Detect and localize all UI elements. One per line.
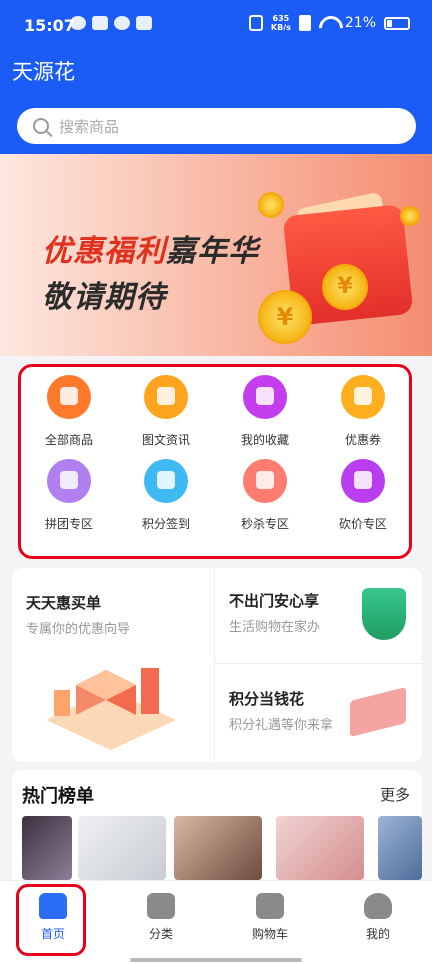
grid-item-label: 积分签到 [141, 517, 190, 531]
more-link[interactable]: 更多 [380, 784, 410, 805]
grid-item-all-products[interactable]: 全部商品 [24, 375, 114, 448]
tab-label: 分类 [148, 927, 173, 941]
header-area: 15:07 635 KB/s 21% 天源花 搜索商品 [0, 0, 432, 154]
network-speed: 635 KB/s [271, 14, 291, 32]
favorite-icon [243, 375, 287, 419]
banner-headline-dark: 嘉年华 [166, 234, 259, 269]
article-icon [144, 375, 188, 419]
coin-icon: ¥ [322, 264, 368, 310]
crown-notification-icon [92, 16, 108, 30]
product-thumbnail[interactable] [78, 816, 166, 880]
grid-item-label: 图文资讯 [141, 433, 190, 447]
grid-item-label: 我的收藏 [240, 433, 289, 447]
cart-icon [256, 893, 284, 919]
feature-grid: 全部商品 图文资讯 我的收藏 优惠券 拼团专区 积分签到 秒杀专区 砍价专区 [18, 364, 412, 559]
sim-icon [298, 15, 311, 31]
tab-cart[interactable]: 购物车 [235, 893, 305, 942]
grid-item-label: 优惠券 [344, 433, 381, 447]
grid-item-label: 拼团专区 [44, 517, 93, 531]
home-tab-highlight [16, 884, 86, 956]
hot-list: 热门榜单 更多 [12, 770, 422, 880]
grid-item-label: 秒杀专区 [240, 517, 289, 531]
coupon-icon [341, 375, 385, 419]
chat-notification-icon [70, 16, 86, 30]
speed-unit: KB/s [270, 23, 291, 32]
vibrate-icon [248, 15, 263, 31]
grid-item-label: 全部商品 [44, 433, 93, 447]
product-thumbnail[interactable] [276, 816, 364, 880]
alarm-clock-icon [243, 459, 287, 503]
shield-umbrella-icon [362, 588, 406, 640]
grid-item-bargain[interactable]: 砍价专区 [318, 459, 408, 532]
coin-icon: ¥ [258, 290, 312, 344]
bargain-icon [341, 459, 385, 503]
tab-category[interactable]: 分类 [126, 893, 196, 942]
coin-icon [258, 192, 284, 218]
speed-value: 635 [272, 14, 290, 23]
banner-subline: 敬请期待 [42, 280, 166, 315]
grid-item-group-buy[interactable]: 拼团专区 [24, 459, 114, 532]
battery-percent: 21% [344, 15, 376, 31]
store-icon [47, 375, 91, 419]
search-placeholder: 搜索商品 [59, 117, 120, 136]
battery-icon [384, 16, 410, 30]
tab-label: 购物车 [251, 927, 288, 941]
status-bar: 15:07 635 KB/s 21% [0, 0, 432, 52]
grid-item-coupons[interactable]: 优惠券 [318, 375, 408, 448]
product-thumbnail[interactable] [174, 816, 262, 880]
promo-subtitle: 专属你的优惠向导 [26, 622, 131, 637]
promo-title: 天天惠买单 [26, 594, 102, 612]
promo-title: 不出门安心享 [229, 592, 320, 610]
status-right: 635 KB/s 21% [248, 14, 410, 32]
user-icon [364, 893, 392, 919]
status-time: 15:07 [24, 16, 75, 35]
shopping-illustration-icon [46, 668, 176, 750]
product-thumbnail[interactable] [22, 816, 72, 880]
grid-item-favorites[interactable]: 我的收藏 [220, 375, 310, 448]
banner-headline: 优惠福利嘉年华 [42, 226, 259, 270]
notification-icons [70, 16, 152, 30]
grid-item-label: 砍价专区 [338, 517, 387, 531]
app-notification-icon [114, 16, 130, 30]
promo-subtitle: 积分礼遇等你来拿 [229, 718, 334, 733]
search-icon [33, 118, 49, 134]
promo-title: 积分当钱花 [229, 690, 305, 708]
home-indicator[interactable] [130, 958, 302, 962]
checkin-icon [144, 459, 188, 503]
promo-subtitle: 生活购物在家办 [229, 620, 321, 635]
banner-headline-red: 优惠福利 [42, 234, 166, 269]
coin-icon [400, 206, 420, 226]
tab-profile[interactable]: 我的 [343, 893, 413, 942]
grid-item-flash-sale[interactable]: 秒杀专区 [220, 459, 310, 532]
promo-banner[interactable]: 优惠福利嘉年华 敬请期待 ¥ ¥ [0, 154, 432, 356]
product-thumbnail[interactable] [378, 816, 422, 880]
hot-list-title: 热门榜单 [22, 786, 94, 807]
grid-item-checkin[interactable]: 积分签到 [121, 459, 211, 532]
group-buy-icon [47, 459, 91, 503]
media-notification-icon [136, 16, 152, 30]
search-input[interactable]: 搜索商品 [17, 108, 416, 144]
grid-item-articles[interactable]: 图文资讯 [121, 375, 211, 448]
app-title: 天源花 [12, 60, 75, 84]
category-grid-icon [147, 893, 175, 919]
wifi-icon [319, 16, 337, 30]
tab-label: 我的 [365, 927, 390, 941]
